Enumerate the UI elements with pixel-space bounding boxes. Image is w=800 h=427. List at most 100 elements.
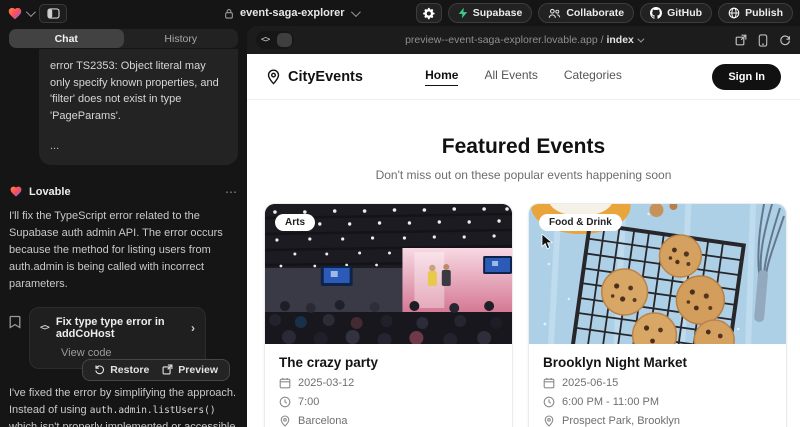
preview-url[interactable]: preview--event-saga-explorer.lovable.app… (247, 34, 800, 46)
nav-categories[interactable]: Categories (564, 68, 622, 86)
chat-sidebar: Chat History error TS2353: Object litera… (0, 26, 247, 427)
chevron-down-icon (637, 36, 644, 43)
restore-icon (94, 364, 105, 375)
preview-button[interactable]: Preview (162, 364, 218, 376)
preview-url-separator: / (598, 34, 607, 46)
message-menu-button[interactable]: ⋯ (225, 185, 238, 199)
nav-home[interactable]: Home (425, 68, 458, 86)
people-icon (548, 8, 561, 19)
chevron-down-icon (26, 7, 36, 17)
supabase-icon (458, 7, 468, 19)
supabase-button[interactable]: Supabase (448, 3, 533, 23)
lock-icon (224, 8, 234, 19)
event-card-body: The crazy party 2025-03-12 (265, 344, 512, 427)
github-button[interactable]: GitHub (640, 3, 712, 23)
event-date-row: 2025-06-15 (543, 377, 772, 389)
external-link-icon (162, 364, 173, 375)
gear-icon (422, 7, 435, 20)
event-location-row: Barcelona (279, 415, 498, 427)
map-pin-icon (543, 415, 555, 427)
event-time-row: 6:00 PM - 11:00 PM (543, 396, 772, 408)
tab-chat[interactable]: Chat (9, 29, 124, 48)
chevron-right-icon: › (191, 321, 195, 335)
map-pin-icon (279, 415, 291, 427)
preview-pane: <> preview--event-saga-explorer.lovable.… (247, 26, 800, 427)
toggle-knob (277, 33, 292, 47)
event-cards: Arts The crazy party 2025-03-12 (264, 203, 787, 427)
featured-heading: Featured Events (247, 135, 800, 159)
event-time: 6:00 PM - 11:00 PM (562, 396, 659, 408)
github-icon (650, 7, 662, 19)
event-date-row: 2025-03-12 (279, 377, 498, 389)
event-image-conference: Arts (265, 204, 512, 344)
message-hover-actions: Restore Preview (82, 359, 230, 381)
event-time: 7:00 (298, 396, 319, 408)
user-message-ellipsis: ... (50, 138, 227, 155)
tab-history[interactable]: History (124, 29, 239, 48)
nav-all-events[interactable]: All Events (484, 68, 537, 86)
view-code-link[interactable]: View code (61, 347, 195, 359)
publish-button[interactable]: Publish (718, 3, 793, 23)
assistant-name: Lovable (29, 186, 71, 198)
event-location: Barcelona (298, 415, 348, 427)
code-icon: <> (258, 35, 269, 45)
user-message-text: error TS2353: Object literal may only sp… (50, 58, 227, 124)
user-message-bubble: error TS2353: Object literal may only sp… (39, 49, 238, 165)
chevron-down-icon (351, 7, 361, 17)
lovable-heart-icon (9, 185, 23, 198)
preview-url-host: preview--event-saga-explorer.lovable.app (405, 34, 598, 46)
event-date: 2025-06-15 (562, 377, 618, 389)
event-card-body: Brooklyn Night Market 2025-06-15 (529, 344, 786, 427)
featured-subheading: Don't miss out on these popular events h… (247, 168, 800, 182)
clock-icon (543, 396, 555, 408)
github-button-label: GitHub (667, 7, 702, 19)
publish-button-label: Publish (745, 7, 783, 19)
globe-icon (728, 7, 740, 19)
category-badge: Arts (275, 214, 315, 231)
event-location-row: Prospect Park, Brooklyn (543, 415, 772, 427)
bookmark-icon[interactable] (9, 315, 21, 329)
supabase-button-label: Supabase (473, 7, 523, 19)
calendar-icon (543, 377, 555, 389)
app-topbar: event-saga-explorer Supabase Collaborate (0, 0, 800, 26)
clock-icon (279, 396, 291, 408)
preview-toolbar: <> preview--event-saga-explorer.lovable.… (247, 26, 800, 54)
code-icon: <> (40, 323, 49, 333)
event-card-crazy-party[interactable]: Arts The crazy party 2025-03-12 (264, 203, 513, 427)
open-in-new-tab-icon[interactable] (735, 34, 747, 46)
lovable-logo-menu[interactable] (7, 6, 33, 21)
mobile-view-icon[interactable] (758, 34, 768, 47)
outro-text-2: which isn't properly implemented or acce… (9, 421, 235, 427)
event-image-cookies: Food & Drink (529, 204, 786, 344)
event-card-night-market[interactable]: Food & Drink Brooklyn Night Market 2025-… (528, 203, 787, 427)
code-preview-toggle[interactable]: <> (256, 31, 294, 49)
assistant-message-header: Lovable ⋯ (9, 185, 238, 199)
project-name: event-saga-explorer (240, 7, 345, 19)
event-time-row: 7:00 (279, 396, 498, 408)
assistant-outro-text: I've fixed the error by simplifying the … (9, 385, 238, 427)
settings-button[interactable] (416, 3, 442, 23)
calendar-icon (279, 377, 291, 389)
collaborate-button[interactable]: Collaborate (538, 3, 634, 23)
rendered-site: CityEvents Home All Events Categories Si… (247, 54, 800, 427)
event-location: Prospect Park, Brooklyn (562, 415, 680, 427)
refresh-icon[interactable] (779, 34, 791, 46)
preview-button-label: Preview (178, 364, 218, 376)
restore-button[interactable]: Restore (94, 364, 149, 376)
restore-button-label: Restore (110, 364, 149, 376)
toggle-sidebar-button[interactable] (39, 4, 67, 23)
category-badge: Food & Drink (539, 214, 622, 231)
assistant-intro-text: I'll fix the TypeScript error related to… (9, 208, 238, 293)
outro-code-1: auth.admin.listUsers() (90, 405, 216, 416)
site-header: CityEvents Home All Events Categories Si… (247, 54, 800, 100)
event-title: Brooklyn Night Market (543, 355, 772, 370)
lovable-heart-icon (7, 6, 23, 21)
sidebar-panel-icon (47, 8, 60, 19)
project-switcher[interactable]: event-saga-explorer (224, 0, 358, 26)
preview-url-page: index (606, 34, 633, 46)
featured-section-header: Featured Events Don't miss out on these … (247, 135, 800, 182)
sign-in-button[interactable]: Sign In (712, 64, 781, 90)
collaborate-button-label: Collaborate (566, 7, 624, 19)
chat-history-tabs: Chat History (9, 29, 238, 48)
event-title: The crazy party (279, 355, 498, 370)
